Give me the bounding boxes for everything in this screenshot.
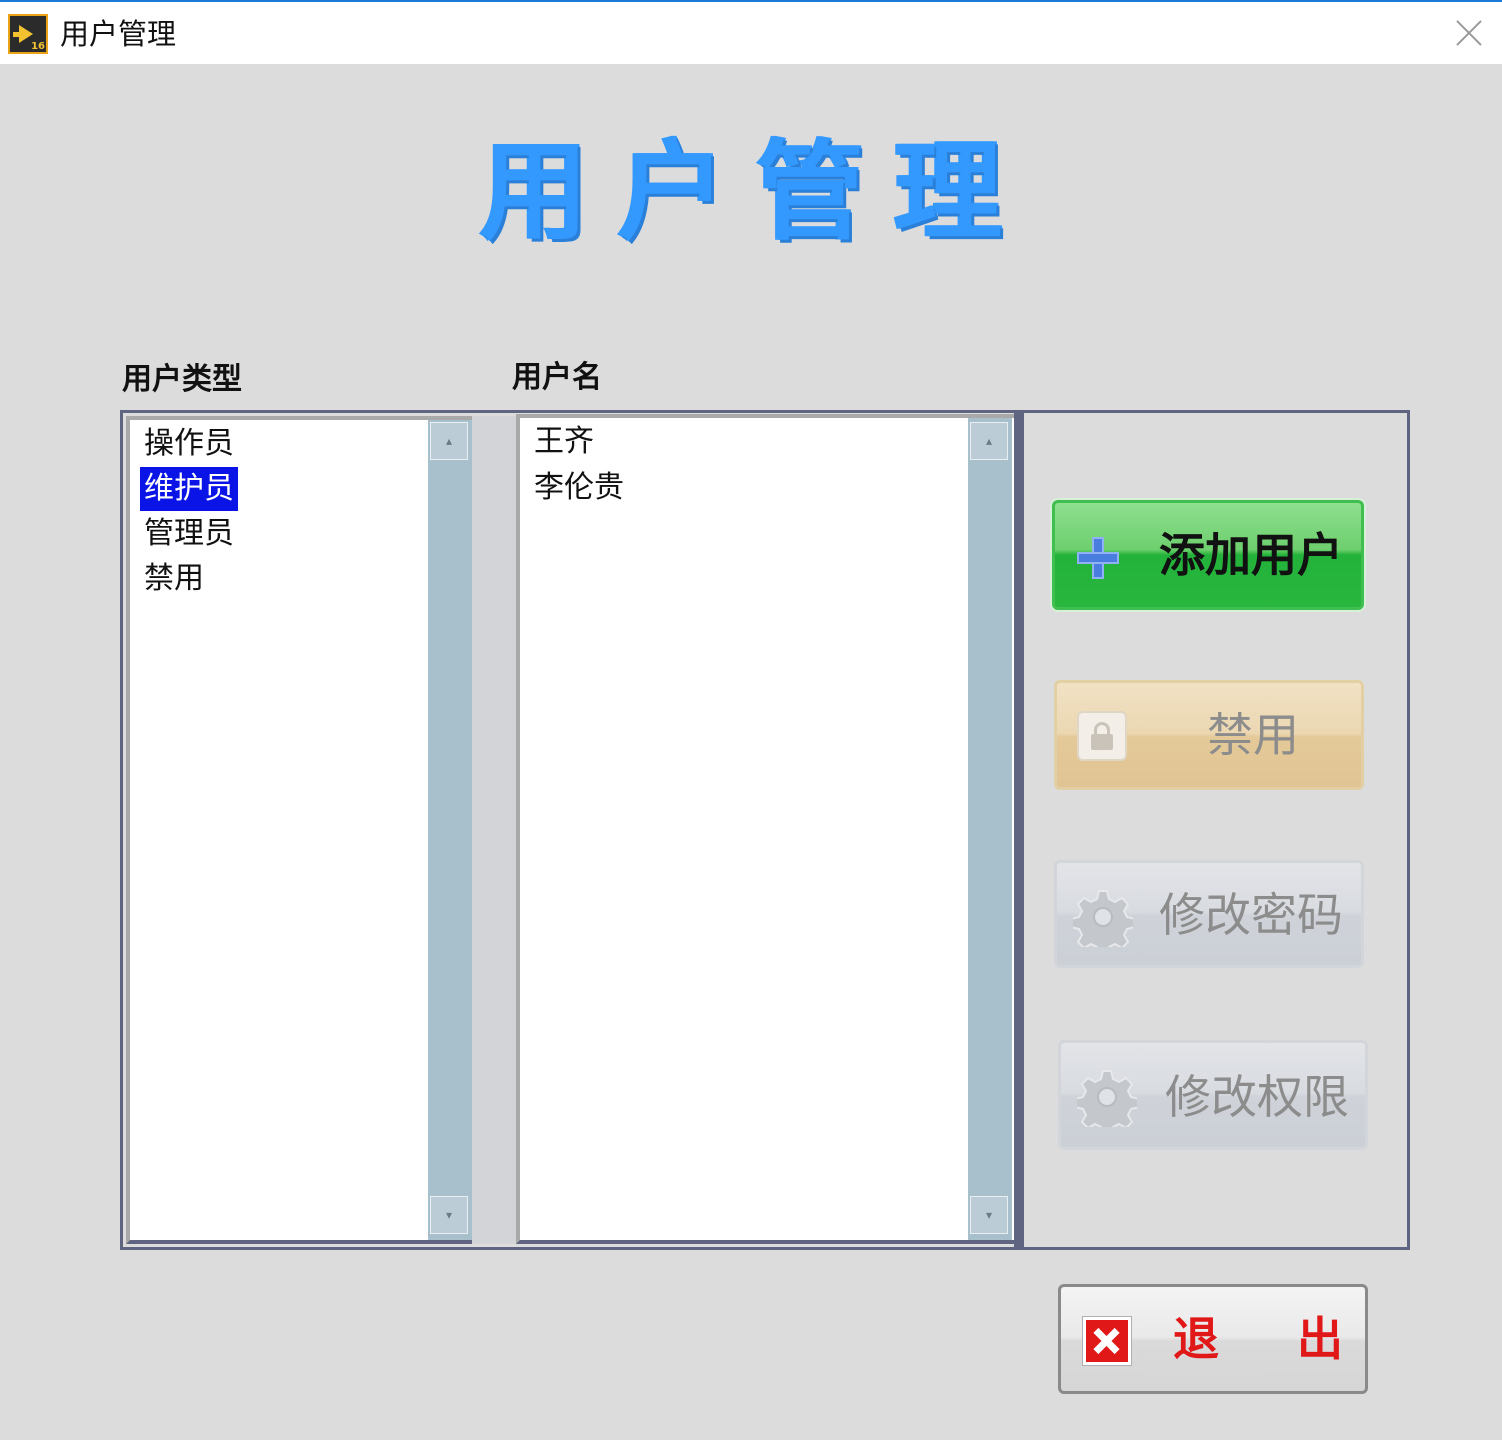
scroll-up-icon[interactable]: ▴ [430,422,468,460]
user-type-scrollbar[interactable]: ▴ ▾ [428,420,472,1240]
add-user-button[interactable]: 添加用户 [1052,500,1364,610]
window-title: 用户管理 [60,17,177,51]
scroll-down-icon[interactable]: ▾ [970,1196,1008,1234]
exit-button[interactable]: 退 出 [1058,1284,1368,1394]
user-type-list[interactable]: 操作员 维护员 管理员 禁用 ▴ ▾ [126,416,472,1244]
user-name-label: 用户名 [512,360,602,395]
exit-label-2: 出 [1297,1312,1343,1366]
list-item-selected[interactable]: 维护员 [140,467,238,511]
list-item[interactable]: 王齐 [530,420,598,464]
change-password-label: 修改密码 [1159,888,1343,942]
plus-icon [1077,537,1119,579]
exit-label-1: 退 [1173,1312,1219,1366]
user-type-label: 用户类型 [122,362,242,397]
scroll-up-icon[interactable]: ▴ [970,422,1008,460]
list-item[interactable]: 操作员 [140,422,238,466]
list-item[interactable]: 管理员 [140,512,238,556]
close-icon[interactable] [1454,18,1484,48]
disable-button[interactable]: 禁用 [1054,680,1364,790]
disable-label: 禁用 [1207,708,1299,762]
page-title: 用户管理 [480,130,1033,255]
app-icon[interactable]: 16 [8,14,48,54]
scroll-down-icon[interactable]: ▾ [430,1196,468,1234]
gear-icon [1077,1070,1137,1127]
user-name-scrollbar[interactable]: ▴ ▾ [968,418,1012,1240]
change-password-button[interactable]: 修改密码 [1054,860,1364,968]
title-bar: 16 用户管理 [0,0,1502,64]
lock-icon [1077,711,1127,761]
change-permission-label: 修改权限 [1165,1070,1349,1124]
x-icon [1083,1317,1131,1365]
user-name-list[interactable]: 王齐 李伦贵 ▴ ▾ [516,414,1014,1244]
panel-divider [1014,410,1024,1250]
list-separator [472,416,516,1244]
list-item[interactable]: 李伦贵 [530,466,628,510]
gear-icon [1073,890,1133,947]
list-item[interactable]: 禁用 [140,557,208,601]
change-permission-button[interactable]: 修改权限 [1058,1040,1368,1150]
add-user-label: 添加用户 [1159,528,1343,582]
